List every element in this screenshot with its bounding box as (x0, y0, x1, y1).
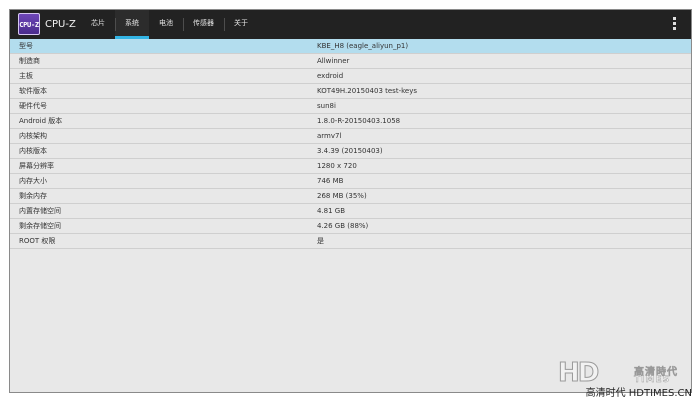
tab-sensors[interactable]: 传感器 (183, 10, 224, 39)
info-row-kernel-arch[interactable]: 内核架构 armv7l (10, 129, 691, 144)
watermark: HD 高清時代 TIMES 高清时代 HDTIMES.CN (558, 358, 693, 400)
info-label: 内存大小 (19, 177, 47, 185)
info-label: ROOT 权限 (19, 237, 56, 245)
app-title: CPU-Z (45, 19, 76, 30)
cpu-z-app-icon[interactable]: CPU-Z (18, 13, 40, 35)
info-row-memory-total[interactable]: 内存大小 746 MB (10, 174, 691, 189)
info-value: exdroid (317, 72, 344, 80)
action-bar: CPU-Z CPU-Z 芯片 系统 电池 传感器 关于 (10, 10, 691, 39)
tab-bar: 芯片 系统 电池 传感器 关于 (81, 10, 258, 39)
info-value: 746 MB (317, 177, 344, 185)
app-window: CPU-Z CPU-Z 芯片 系统 电池 传感器 关于 型号 KBE_H8 (e… (9, 9, 692, 393)
info-label: 剩余存储空间 (19, 222, 61, 230)
info-row-root-access[interactable]: ROOT 权限 是 (10, 234, 691, 249)
info-label: 剩余内存 (19, 192, 47, 200)
info-value: Allwinner (317, 57, 350, 65)
info-value: 是 (317, 237, 324, 245)
info-row-storage-total[interactable]: 内置存储空间 4.81 GB (10, 204, 691, 219)
tab-system[interactable]: 系统 (115, 10, 149, 39)
info-row-memory-free[interactable]: 剩余内存 268 MB (35%) (10, 189, 691, 204)
info-label: 内核版本 (19, 147, 47, 155)
info-value: 4.81 GB (317, 207, 346, 215)
overflow-menu-icon[interactable] (671, 17, 677, 32)
info-value: 3.4.39 (20150403) (317, 147, 383, 155)
info-row-android-version[interactable]: Android 版本 1.8.0-R-20150403.1058 (10, 114, 691, 129)
tab-soc[interactable]: 芯片 (81, 10, 115, 39)
info-value: 1.8.0-R-20150403.1058 (317, 117, 401, 125)
info-row-board[interactable]: 主板 exdroid (10, 69, 691, 84)
info-value: KOT49H.20150403 test-keys (317, 87, 417, 95)
watermark-logo: HD 高清時代 TIMES (558, 358, 692, 388)
info-row-screen-resolution[interactable]: 屏幕分辨率 1280 x 720 (10, 159, 691, 174)
info-label: 软件版本 (19, 87, 47, 95)
info-row-model[interactable]: 型号 KBE_H8 (eagle_aliyun_p1) (10, 39, 691, 54)
info-row-kernel-version[interactable]: 内核版本 3.4.39 (20150403) (10, 144, 691, 159)
system-info-table: 型号 KBE_H8 (eagle_aliyun_p1) 制造商 Allwinne… (10, 39, 691, 249)
info-label: 主板 (19, 72, 33, 80)
info-value: armv7l (317, 132, 342, 140)
info-value: 4.26 GB (88%) (317, 222, 369, 230)
info-label: 屏幕分辨率 (19, 162, 54, 170)
info-row-storage-free[interactable]: 剩余存储空间 4.26 GB (88%) (10, 219, 691, 234)
info-label: 硬件代号 (19, 102, 47, 110)
info-value: KBE_H8 (eagle_aliyun_p1) (317, 42, 409, 50)
info-row-manufacturer[interactable]: 制造商 Allwinner (10, 54, 691, 69)
info-row-hardware[interactable]: 硬件代号 sun8i (10, 99, 691, 114)
info-label: Android 版本 (19, 117, 63, 125)
info-label: 内置存储空间 (19, 207, 61, 215)
info-label: 型号 (19, 42, 33, 50)
info-label: 内核架构 (19, 132, 47, 140)
info-value: 268 MB (35%) (317, 192, 367, 200)
tab-about[interactable]: 关于 (224, 10, 258, 39)
info-label: 制造商 (19, 57, 40, 65)
watermark-caption: 高清时代 HDTIMES.CN (585, 388, 692, 399)
info-value: 1280 x 720 (317, 162, 357, 170)
info-value: sun8i (317, 102, 336, 110)
watermark-logo-hd: HD (558, 358, 600, 388)
info-row-software-version[interactable]: 软件版本 KOT49H.20150403 test-keys (10, 84, 691, 99)
tab-battery[interactable]: 电池 (149, 10, 183, 39)
